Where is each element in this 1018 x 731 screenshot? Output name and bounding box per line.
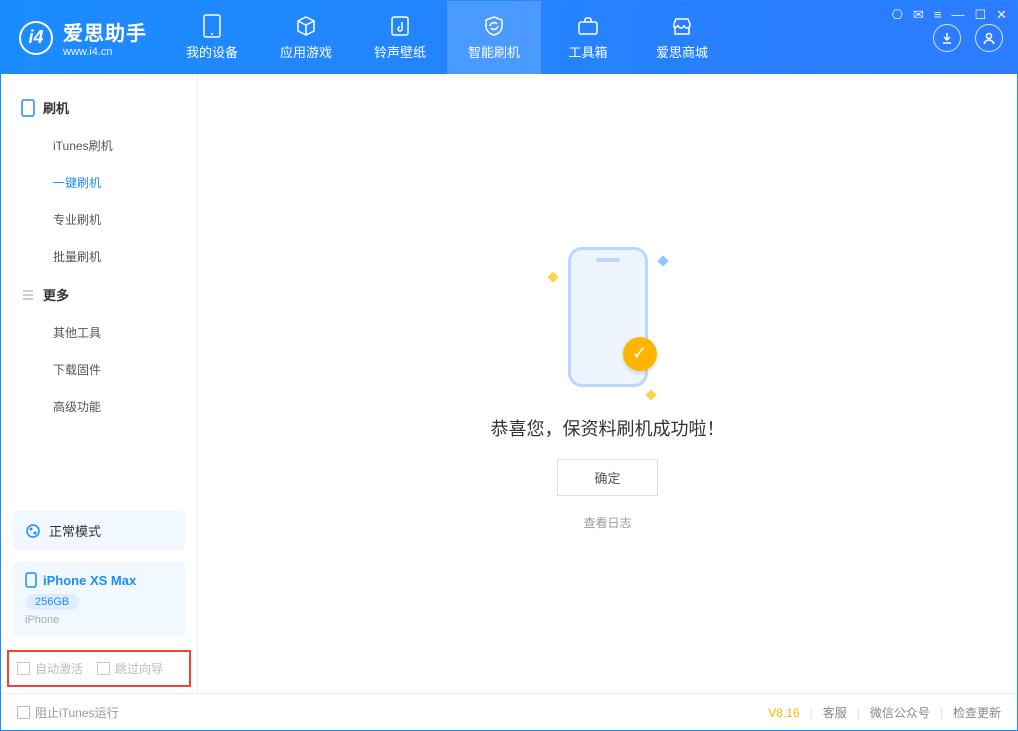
toolbox-icon [576, 14, 600, 38]
sidebar-item-pro-flash[interactable]: 专业刷机 [1, 201, 197, 238]
sidebar-item-itunes-flash[interactable]: iTunes刷机 [1, 127, 197, 164]
tab-label: 爱思商城 [656, 42, 708, 61]
app-url: www.i4.cn [63, 46, 147, 58]
sidebar-item-other-tools[interactable]: 其他工具 [1, 314, 197, 351]
group-title: 更多 [43, 285, 69, 304]
phone-icon [25, 572, 37, 588]
tab-label: 铃声壁纸 [374, 42, 426, 61]
checkbox-skip-guide[interactable]: 跳过向导 [97, 660, 163, 677]
tab-store[interactable]: 爱思商城 [635, 1, 729, 74]
checkbox-auto-activate[interactable]: 自动激活 [17, 660, 83, 677]
store-icon [670, 14, 694, 38]
checkbox-label: 自动激活 [35, 660, 83, 677]
device-type: iPhone [25, 614, 173, 626]
close-icon[interactable]: ✕ [996, 7, 1007, 23]
mode-label: 正常模式 [49, 521, 101, 540]
maximize-icon[interactable]: ☐ [974, 7, 986, 23]
tab-ringtones[interactable]: 铃声壁纸 [353, 1, 447, 74]
list-icon [21, 288, 35, 302]
tab-label: 工具箱 [568, 42, 607, 61]
download-button[interactable] [933, 24, 961, 52]
menu-icon[interactable]: ≡ [934, 7, 942, 23]
checkbox-label: 跳过向导 [115, 660, 163, 677]
checkbox-icon [17, 662, 30, 675]
main-content: ✓ 恭喜您，保资料刷机成功啦！ 确定 查看日志 [198, 74, 1017, 693]
view-log-link[interactable]: 查看日志 [583, 514, 631, 531]
check-icon: ✓ [623, 337, 657, 371]
device-name: iPhone XS Max [43, 573, 136, 588]
sidebar-item-advanced[interactable]: 高级功能 [1, 388, 197, 425]
mode-icon [25, 523, 41, 539]
tab-flash[interactable]: 智能刷机 [447, 1, 541, 74]
success-message: 恭喜您，保资料刷机成功啦！ [491, 415, 725, 441]
tab-label: 我的设备 [186, 42, 238, 61]
device-icon [200, 14, 224, 38]
account-button[interactable] [975, 24, 1003, 52]
phone-icon [21, 99, 35, 117]
logo-icon: i4 [19, 21, 53, 55]
tab-my-device[interactable]: 我的设备 [165, 1, 259, 74]
cube-icon [294, 14, 318, 38]
tab-toolbox[interactable]: 工具箱 [541, 1, 635, 74]
device-card[interactable]: iPhone XS Max 256GB iPhone [13, 562, 185, 636]
options-row: 自动激活 跳过向导 [7, 650, 191, 687]
mode-card[interactable]: 正常模式 [13, 511, 185, 550]
logo[interactable]: i4 爱思助手 www.i4.cn [1, 1, 165, 74]
checkbox-block-itunes[interactable]: 阻止iTunes运行 [17, 704, 119, 721]
window-controls: ⎔ ✉ ≡ ― ☐ ✕ [892, 7, 1007, 23]
tab-label: 智能刷机 [468, 42, 520, 61]
footer-link-wechat[interactable]: 微信公众号 [870, 704, 930, 721]
checkbox-icon [97, 662, 110, 675]
sidebar-group-more: 更多 [1, 275, 197, 314]
success-illustration: ✓ [553, 237, 663, 397]
music-icon [388, 14, 412, 38]
app-name: 爱思助手 [63, 17, 147, 46]
tshirt-icon[interactable]: ⎔ [892, 7, 903, 23]
sidebar: 刷机 iTunes刷机 一键刷机 专业刷机 批量刷机 更多 其他工具 下载固件 … [1, 74, 198, 693]
main-tabs: 我的设备 应用游戏 铃声壁纸 智能刷机 工具箱 爱思商城 [165, 1, 729, 74]
checkbox-label: 阻止iTunes运行 [35, 704, 119, 721]
tab-label: 应用游戏 [280, 42, 332, 61]
feedback-icon[interactable]: ✉ [913, 7, 924, 23]
ok-button[interactable]: 确定 [557, 459, 657, 496]
group-title: 刷机 [43, 98, 69, 117]
version-label: V8.16 [768, 706, 799, 720]
footer: 阻止iTunes运行 V8.16 | 客服 | 微信公众号 | 检查更新 [1, 693, 1017, 731]
footer-link-update[interactable]: 检查更新 [953, 704, 1001, 721]
device-capacity: 256GB [25, 594, 79, 610]
sidebar-item-download-firmware[interactable]: 下载固件 [1, 351, 197, 388]
header: i4 爱思助手 www.i4.cn 我的设备 应用游戏 铃声壁纸 智能刷机 工具… [1, 1, 1017, 74]
tab-apps[interactable]: 应用游戏 [259, 1, 353, 74]
minimize-icon[interactable]: ― [951, 7, 964, 23]
sidebar-item-batch-flash[interactable]: 批量刷机 [1, 238, 197, 275]
checkbox-icon [17, 706, 30, 719]
footer-link-support[interactable]: 客服 [823, 704, 847, 721]
refresh-shield-icon [482, 14, 506, 38]
sidebar-group-flash: 刷机 [1, 88, 197, 127]
sidebar-item-oneclick-flash[interactable]: 一键刷机 [1, 164, 197, 201]
